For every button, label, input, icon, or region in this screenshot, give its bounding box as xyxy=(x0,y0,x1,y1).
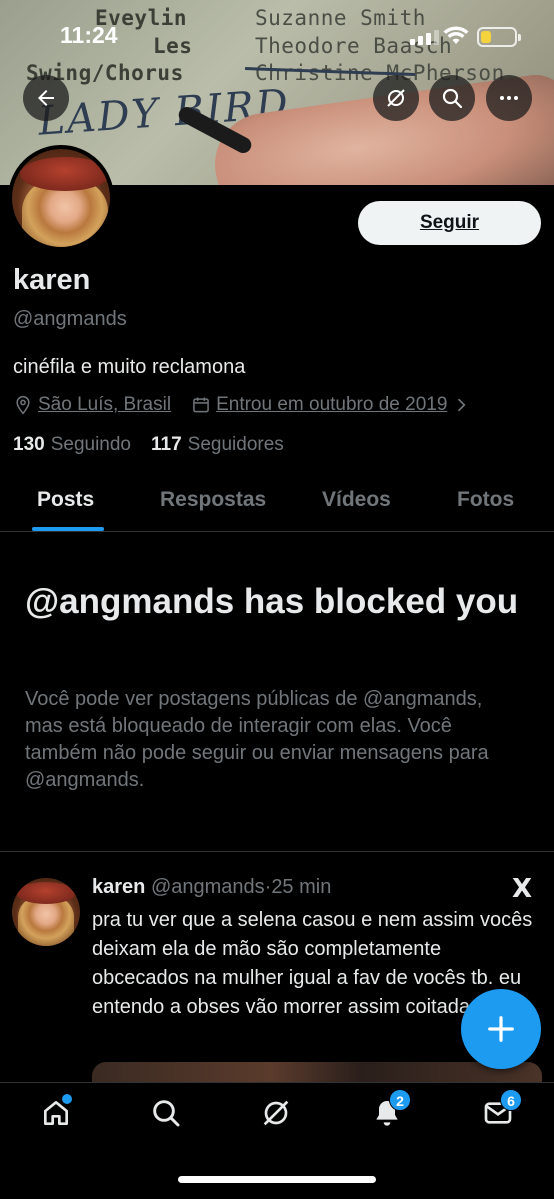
chevron-right-icon[interactable] xyxy=(451,395,471,415)
follow-button[interactable]: Seguir xyxy=(358,201,541,245)
wifi-icon xyxy=(443,26,469,44)
x-logo-icon: X xyxy=(512,874,533,904)
followers-count[interactable]: 117 xyxy=(151,434,182,456)
profile-handle: @angmands xyxy=(13,308,127,330)
nav-notifications[interactable]: 2 xyxy=(371,1089,411,1129)
blocked-description: Você pode ver postagens públicas de @ang… xyxy=(25,688,489,791)
tweet-author-handle[interactable]: @angmands xyxy=(151,876,265,898)
plus-icon xyxy=(488,1016,514,1042)
profile-meta: São Luís, Brasil Entrou em outubro de 20… xyxy=(13,392,471,418)
home-unread-dot xyxy=(62,1094,72,1104)
search-icon xyxy=(442,88,463,109)
profile-joined-date[interactable]: Entrou em outubro de 2019 xyxy=(216,394,447,416)
messages-badge: 6 xyxy=(500,1089,522,1111)
follow-counts: 130 Seguindo 117 Seguidores xyxy=(13,434,284,456)
following-count[interactable]: 130 xyxy=(13,434,45,456)
profile-display-name: karen xyxy=(13,264,91,296)
home-indicator xyxy=(178,1176,376,1183)
grok-icon xyxy=(387,89,405,107)
active-tab-indicator xyxy=(32,527,104,531)
compose-post-button[interactable] xyxy=(461,989,541,1069)
arrow-left-icon xyxy=(38,90,54,106)
tweet-author-name[interactable]: karen xyxy=(92,876,145,898)
calendar-icon xyxy=(193,397,209,413)
status-time: 11:24 xyxy=(60,22,118,48)
nav-messages[interactable]: 6 xyxy=(482,1089,522,1129)
more-icon xyxy=(500,96,518,100)
tab-replies[interactable]: Respostas xyxy=(160,488,266,512)
nav-explore[interactable] xyxy=(150,1097,182,1129)
profile-tabs: Posts Respostas Vídeos Fotos xyxy=(0,470,554,532)
tab-videos[interactable]: Vídeos xyxy=(322,488,391,512)
more-button[interactable] xyxy=(486,75,532,121)
notifications-badge: 2 xyxy=(389,1089,411,1111)
profile-bio: cinéfila e muito reclamona xyxy=(13,356,246,378)
grok-icon xyxy=(263,1100,289,1126)
followers-label[interactable]: Seguidores xyxy=(188,434,284,456)
tab-photos[interactable]: Fotos xyxy=(457,488,514,512)
search-icon xyxy=(153,1100,180,1127)
tab-posts[interactable]: Posts xyxy=(37,488,94,512)
grok-button[interactable] xyxy=(373,75,419,121)
profile-avatar[interactable] xyxy=(8,145,114,251)
divider xyxy=(0,851,554,852)
back-button[interactable] xyxy=(23,75,69,121)
tweet-time: 25 min xyxy=(271,876,332,898)
location-pin-icon xyxy=(16,395,30,415)
nav-grok[interactable] xyxy=(260,1097,292,1129)
following-label[interactable]: Seguindo xyxy=(51,434,131,456)
cellular-signal-icon xyxy=(410,30,439,45)
search-button[interactable] xyxy=(429,75,475,121)
status-bar: 11:24 xyxy=(0,0,554,70)
battery-icon xyxy=(477,27,521,47)
tweet-header: karen @angmands·25 min xyxy=(92,876,331,899)
blocked-title: @angmands has blocked you xyxy=(25,582,519,621)
tweet-avatar[interactable] xyxy=(12,878,80,946)
profile-location[interactable]: São Luís, Brasil xyxy=(38,394,171,416)
nav-home[interactable] xyxy=(40,1094,72,1129)
